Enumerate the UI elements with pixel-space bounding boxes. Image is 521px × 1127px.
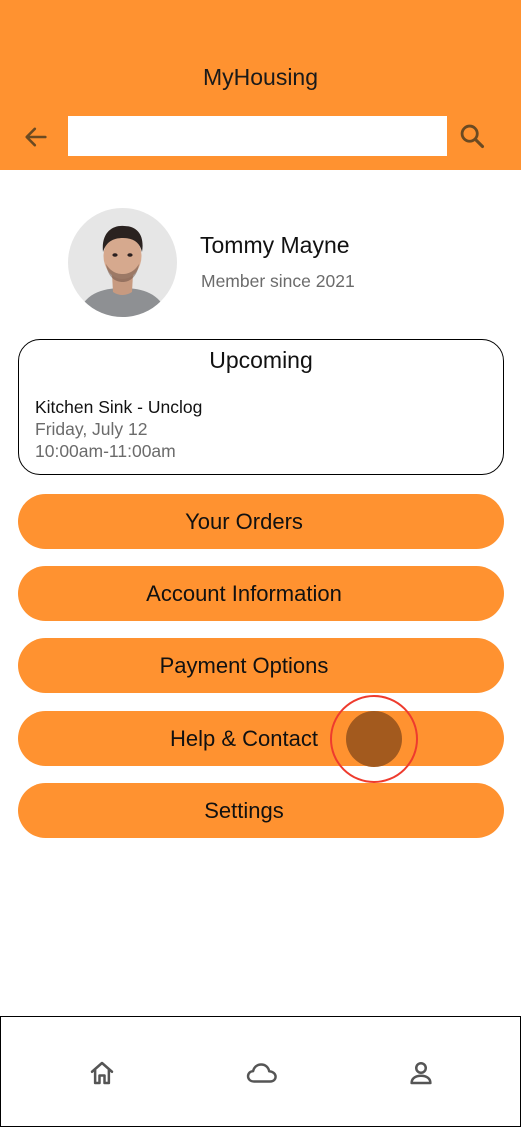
member-since: Member since 2021: [201, 271, 355, 291]
help-contact-label: Help & Contact: [170, 725, 318, 751]
profile-name: Tommy Mayne: [200, 232, 350, 258]
upcoming-time: 10:00am-11:00am: [35, 441, 176, 461]
settings-button[interactable]: Settings: [18, 783, 504, 838]
app-header: MyHousing: [0, 0, 521, 170]
upcoming-card[interactable]: Upcoming Kitchen Sink - Unclog Friday, J…: [18, 339, 504, 475]
account-information-label: Account Information: [146, 580, 342, 606]
search-icon: [460, 124, 485, 149]
settings-label: Settings: [204, 797, 284, 823]
upcoming-title: Upcoming: [209, 347, 313, 373]
search-input[interactable]: [68, 116, 447, 156]
your-orders-label: Your Orders: [185, 508, 303, 534]
arrow-left-icon: [25, 127, 47, 147]
search-button[interactable]: [454, 118, 490, 154]
back-button[interactable]: [20, 121, 52, 153]
nav-cloud[interactable]: [242, 1053, 282, 1093]
your-orders-button[interactable]: Your Orders: [18, 494, 504, 549]
app-title: MyHousing: [202, 64, 319, 90]
upcoming-task: Kitchen Sink - Unclog: [35, 397, 203, 417]
touch-indicator-dot: [346, 711, 402, 767]
nav-home[interactable]: [82, 1053, 122, 1093]
help-contact-button[interactable]: Help & Contact: [18, 711, 504, 766]
home-icon: [90, 1061, 114, 1085]
upcoming-date: Friday, July 12: [35, 419, 148, 439]
cloud-icon: [246, 1063, 277, 1083]
bottom-navigation: [0, 1016, 521, 1127]
avatar-image: [68, 208, 177, 317]
avatar: [68, 208, 177, 317]
person-icon: [410, 1061, 432, 1085]
payment-options-label: Payment Options: [159, 652, 329, 678]
payment-options-button[interactable]: Payment Options: [18, 638, 504, 693]
nav-profile[interactable]: [401, 1053, 441, 1093]
account-information-button[interactable]: Account Information: [18, 566, 504, 621]
